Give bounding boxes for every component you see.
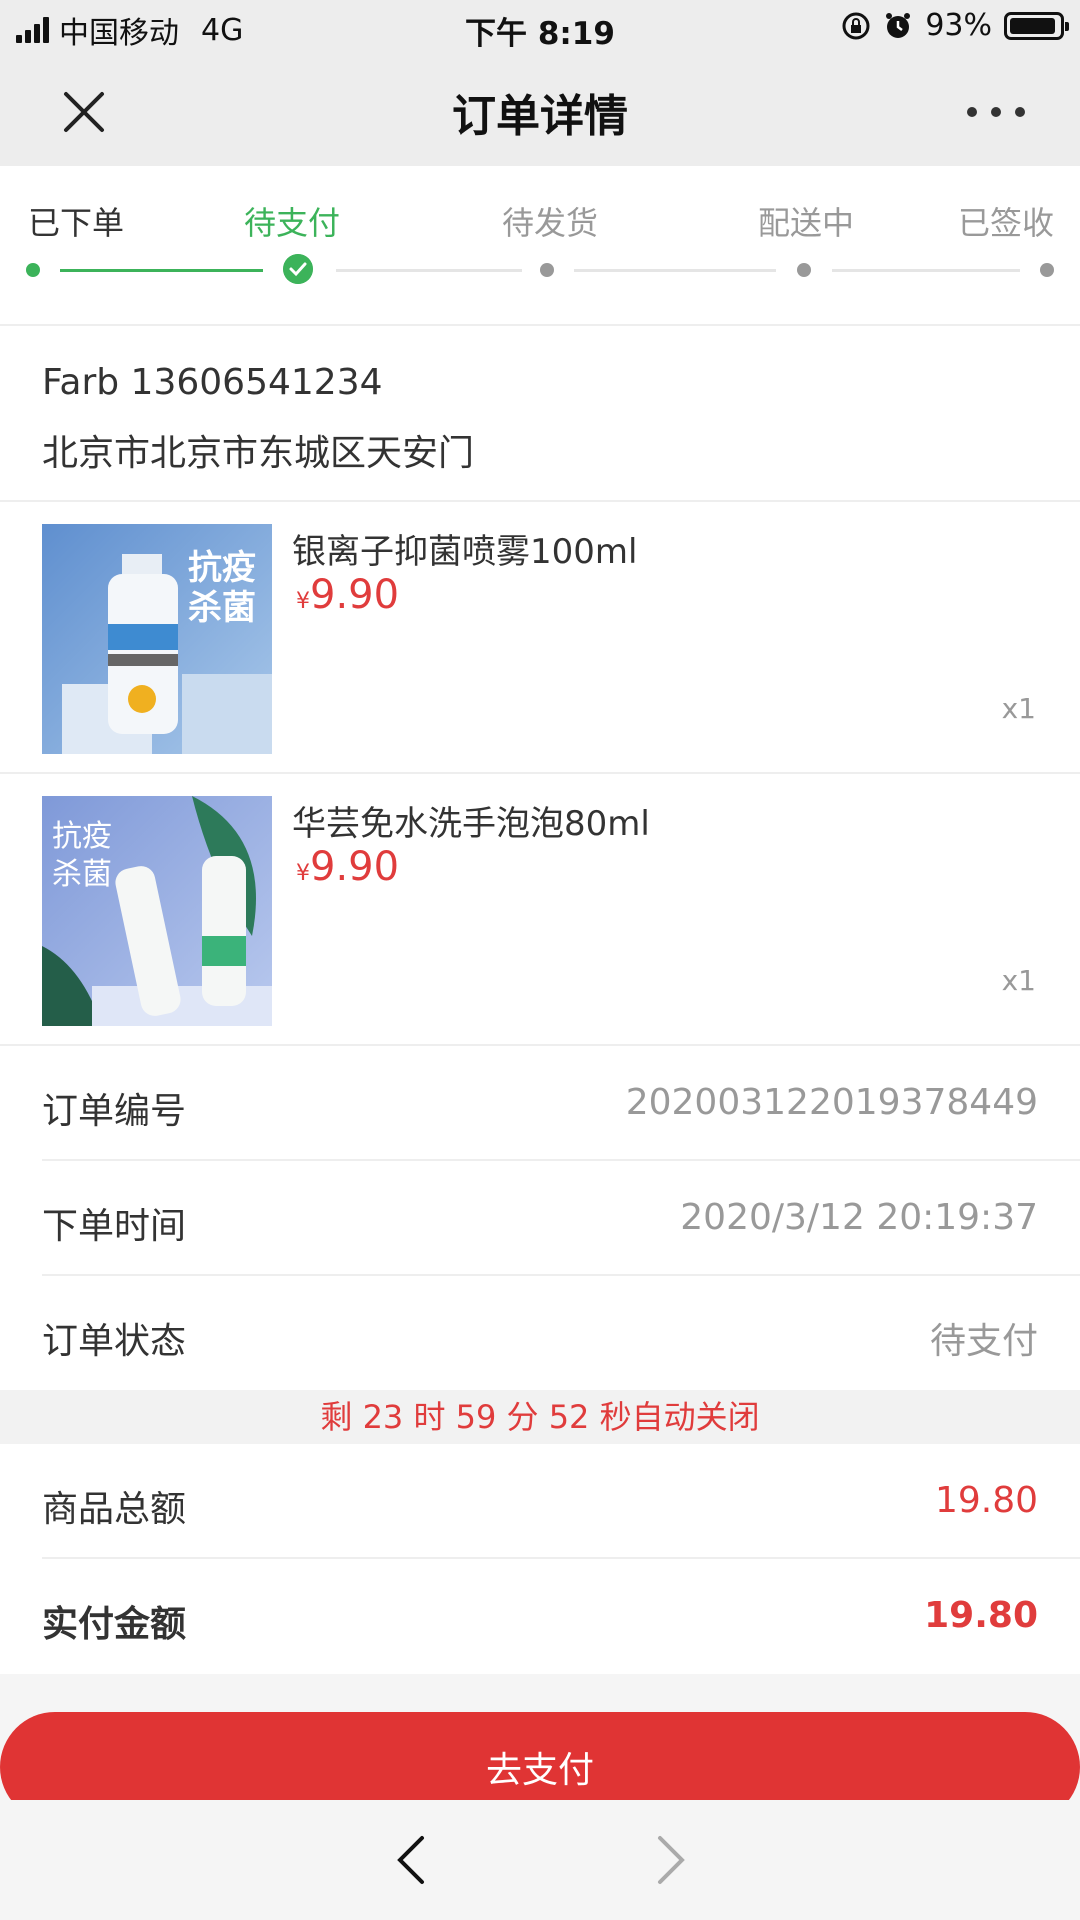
step-pending-shipment: 待发货 [502,204,599,242]
order-number-label: 订单编号 [42,1091,187,1132]
order-number-value: 202003122019378449 [625,1082,1038,1123]
step-delivering: 配送中 [758,204,855,242]
page-title: 订单详情 [452,91,628,142]
forward-arrow-icon[interactable] [650,1830,694,1890]
svg-text:杀菌: 杀菌 [188,588,256,628]
battery-percent: 93% [925,8,992,43]
order-status-value: 待支付 [929,1321,1038,1362]
order-time-row: 下单时间 2020/3/12 20:19:37 [42,1161,1080,1276]
product-quantity: x1 [1001,692,1036,725]
status-bar: 中国移动 4G 下午 8:19 93% [0,0,1080,56]
more-icon[interactable] [956,84,1036,140]
nav-bar: 订单详情 [0,56,1080,166]
paid-amount-label: 实付金额 [42,1604,187,1645]
step-dot [797,263,811,277]
product-price: ¥9.90 [296,844,400,890]
check-icon [283,254,313,284]
product-price: ¥9.90 [296,572,400,618]
product-name: 银离子抑菌喷雾100ml [292,532,638,572]
step-line [574,269,776,272]
product-image[interactable]: 抗疫 杀菌 [42,524,272,754]
step-line [832,269,1020,272]
order-item[interactable]: 抗疫 杀菌 银离子抑菌喷雾100ml ¥9.90 x1 [0,502,1080,774]
step-dot [540,263,554,277]
order-item[interactable]: 抗疫 杀菌 华芸免水洗手泡泡80ml ¥9.90 x1 [0,774,1080,1046]
order-number-row: 订单编号 202003122019378449 [42,1046,1080,1161]
step-dot [26,263,40,277]
countdown-notice: 剩 23 时 59 分 52 秒自动关闭 [0,1390,1080,1444]
goods-total-label: 商品总额 [42,1489,187,1530]
svg-text:抗疫: 抗疫 [188,548,256,588]
product-quantity: x1 [1001,964,1036,997]
paid-amount-value: 19.80 [924,1595,1038,1636]
product-image[interactable]: 抗疫 杀菌 [42,796,272,1026]
step-dot [1040,263,1054,277]
battery-icon [1004,11,1069,40]
browser-toolbar [0,1800,1080,1920]
step-line [336,269,522,272]
order-status-row: 订单状态 待支付 [42,1276,1080,1391]
goods-total-row: 商品总额 19.80 [42,1444,1080,1559]
order-totals: 商品总额 19.80 实付金额 19.80 [0,1444,1080,1674]
step-line [60,269,263,272]
goods-total-value: 19.80 [934,1480,1038,1521]
order-time-value: 2020/3/12 20:19:37 [680,1197,1038,1238]
step-received: 已签收 [958,204,1055,242]
svg-text:杀菌: 杀菌 [52,857,112,892]
recipient-name-phone: Farb 13606541234 [42,362,383,403]
rotation-lock-icon [842,12,870,39]
order-status-label: 订单状态 [42,1321,187,1362]
shipping-address[interactable]: Farb 13606541234 北京市北京市东城区天安门 [0,326,1080,502]
paid-amount-row: 实付金额 19.80 [42,1559,1080,1674]
order-time-label: 下单时间 [42,1206,187,1247]
back-arrow-icon[interactable] [388,1830,432,1890]
recipient-address: 北京市北京市东城区天安门 [42,433,475,474]
order-info: 订单编号 202003122019378449 下单时间 2020/3/12 2… [0,1046,1080,1391]
product-name: 华芸免水洗手泡泡80ml [292,804,650,844]
step-placed: 已下单 [28,204,125,242]
step-pending-payment: 待支付 [244,204,341,242]
alarm-icon [886,12,911,38]
svg-text:抗疫: 抗疫 [52,819,112,854]
order-progress: 已下单 待支付 待发货 配送中 已签收 [0,166,1080,326]
